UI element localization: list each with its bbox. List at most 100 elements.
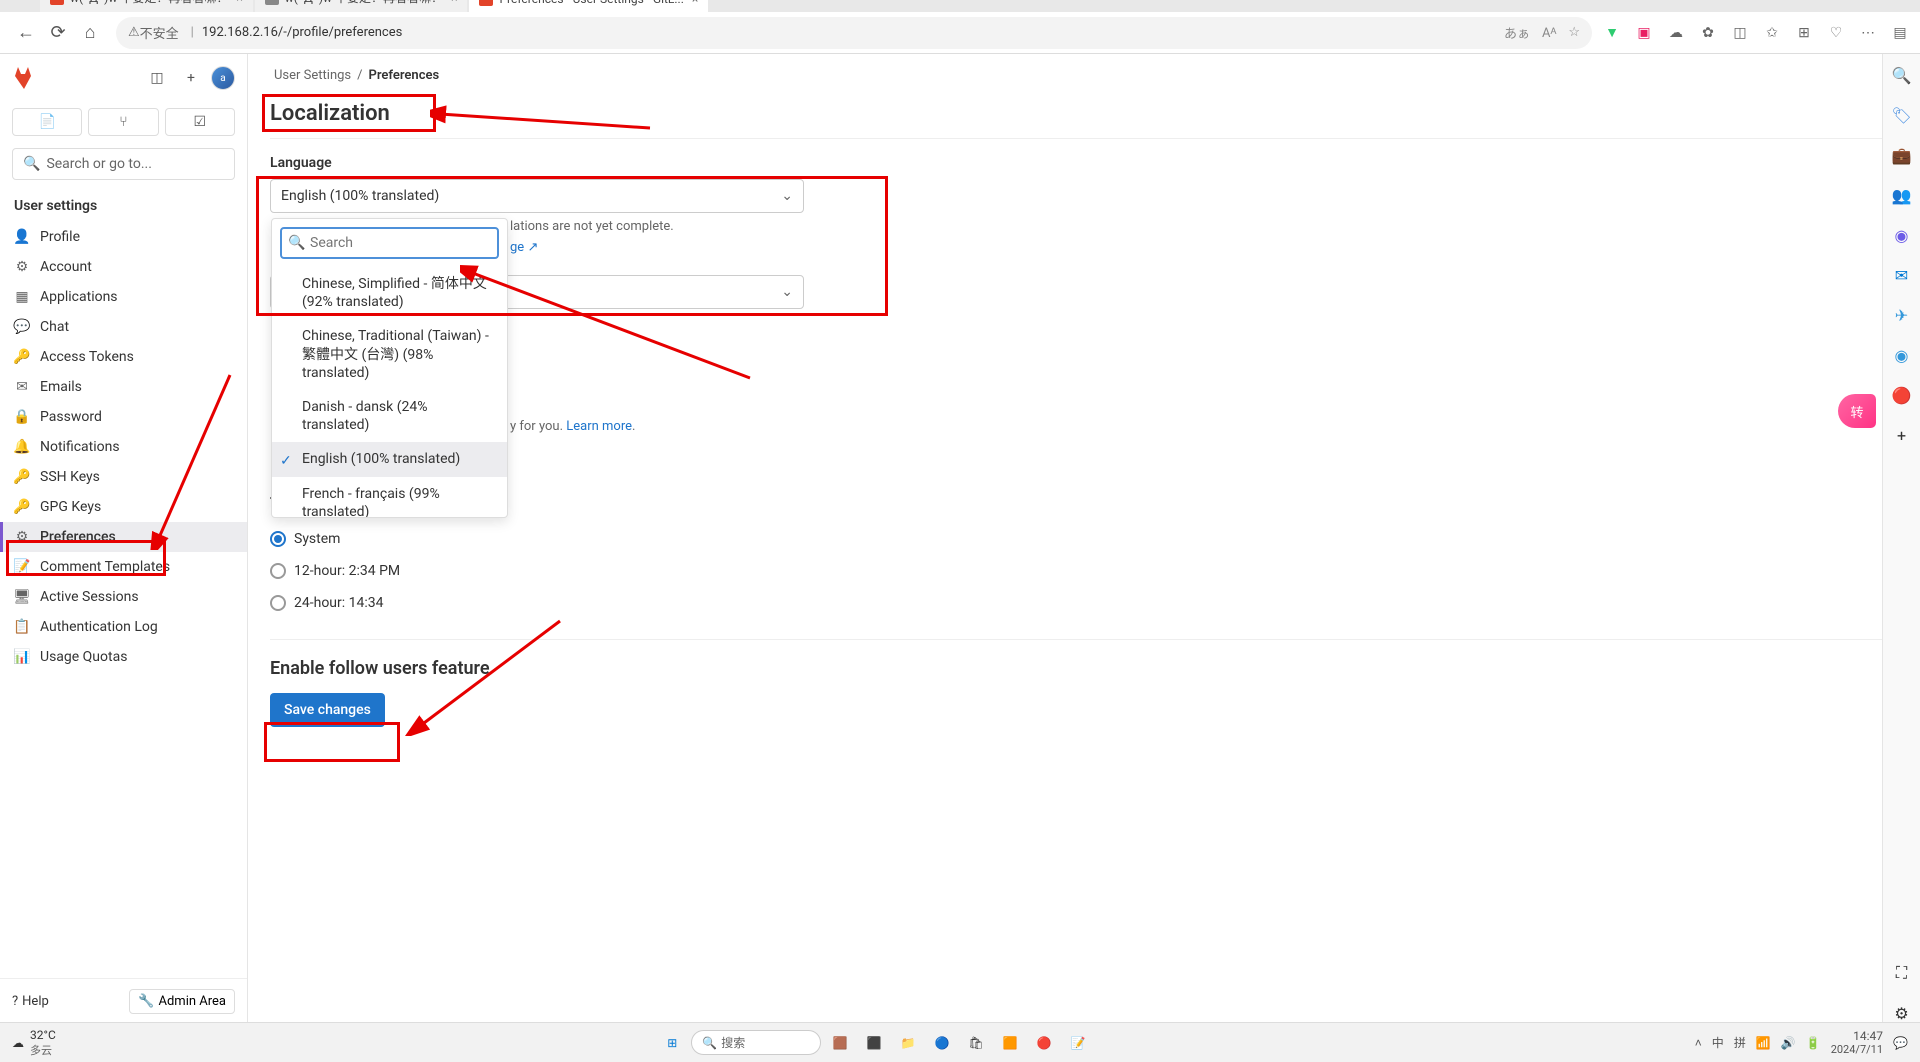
language-select[interactable]: English (100% translated) ⌄ 🔍 Chinese, S… (270, 179, 804, 213)
sidebar-item-emails[interactable]: ✉Emails (0, 372, 247, 402)
reader-icon[interactable]: あぁ (1504, 23, 1530, 42)
extension-icon[interactable]: ▣ (1634, 23, 1654, 43)
sidebar-collapse-icon[interactable]: ◫ (143, 64, 171, 92)
search-icon: 🔍 (702, 1036, 717, 1050)
menu-icon[interactable]: ⋯ (1858, 23, 1878, 43)
tray-chevron-icon[interactable]: ˄ (1695, 1036, 1702, 1050)
learn-more-link[interactable]: Learn more (566, 419, 632, 434)
translate-badge[interactable]: 转 (1838, 394, 1876, 428)
todo-button[interactable]: ☑ (165, 108, 235, 136)
sidebar-item-ssh-keys[interactable]: 🔑SSH Keys (0, 462, 247, 492)
sidebar-item-chat[interactable]: 💬Chat (0, 312, 247, 342)
new-file-button[interactable]: 📄 (12, 108, 82, 136)
language-option[interactable]: Chinese, Traditional (Taiwan) - 繁體中文 (台灣… (272, 319, 507, 390)
explorer-icon[interactable]: 📁 (895, 1030, 921, 1056)
wifi-icon[interactable]: 📶 (1756, 1036, 1771, 1050)
language-option-selected[interactable]: ✓English (100% translated) (272, 442, 507, 476)
add-icon[interactable]: + (177, 64, 205, 92)
ime-mode[interactable]: 拼 (1734, 1034, 1746, 1051)
outlook-icon[interactable]: ✉ (1891, 264, 1913, 286)
sidebar-item-usage-quotas[interactable]: 📊Usage Quotas (0, 642, 247, 672)
app-icon[interactable]: ⬛ (861, 1030, 887, 1056)
copilot-icon[interactable]: ◉ (1891, 224, 1913, 246)
shield-icon[interactable]: ▼ (1602, 23, 1622, 43)
notifications-icon[interactable]: 💬 (1893, 1036, 1908, 1050)
app-icon[interactable]: 🟫 (827, 1030, 853, 1056)
sidebar-item-gpg-keys[interactable]: 🔑GPG Keys (0, 492, 247, 522)
browser-tab[interactable]: w(ﾟДﾟ)w 不要走！再看看嘛！ × (40, 0, 253, 12)
notepad-icon[interactable]: 📝 (1065, 1030, 1091, 1056)
back-button[interactable]: ← (10, 17, 42, 49)
external-link[interactable]: ge ↗ (510, 240, 538, 255)
breadcrumb-separator: / (357, 68, 362, 83)
help-link[interactable]: ?Help (12, 989, 49, 1014)
heart-icon[interactable]: ♡ (1826, 23, 1846, 43)
add-icon[interactable]: + (1891, 424, 1913, 446)
edge-icon[interactable]: 🔵 (929, 1030, 955, 1056)
refresh-button[interactable]: ⟳ (42, 17, 74, 49)
sidebar-item-active-sessions[interactable]: 🖥Active Sessions (0, 582, 247, 612)
search-icon[interactable]: 🔍 (1891, 64, 1913, 86)
sidebar-item-preferences[interactable]: ⚙Preferences (0, 522, 247, 552)
people-icon[interactable]: 👥 (1891, 184, 1913, 206)
close-icon[interactable]: × (451, 0, 457, 5)
panel-icon[interactable]: ▤ (1890, 23, 1910, 43)
sidebar-item-access-tokens[interactable]: 🔑Access Tokens (0, 342, 247, 372)
flag-icon[interactable]: 🔴 (1891, 384, 1913, 406)
language-search-input[interactable] (280, 227, 499, 259)
app-icon[interactable]: 🔴 (1031, 1030, 1057, 1056)
radio-system[interactable]: System (270, 523, 1898, 555)
favorites-icon[interactable]: ✩ (1762, 23, 1782, 43)
tag-icon[interactable]: 🏷 (1891, 104, 1913, 126)
sidebar-item-account[interactable]: ⚙Account (0, 252, 247, 282)
chevron-down-icon: ⌄ (781, 188, 793, 204)
sidebar-item-auth-log[interactable]: 📋Authentication Log (0, 612, 247, 642)
radio-24h[interactable]: 24-hour: 14:34 (270, 587, 1898, 619)
admin-area-button[interactable]: 🔧Admin Area (129, 989, 235, 1014)
sidebar-toggle-icon[interactable]: ◫ (1730, 23, 1750, 43)
store-icon[interactable]: 🛍 (963, 1030, 989, 1056)
language-option[interactable]: Danish - dansk (24% translated) (272, 390, 507, 442)
sidebar-search[interactable]: 🔍 Search or go to... (12, 148, 235, 180)
send-icon[interactable]: ✈ (1891, 304, 1913, 326)
language-dropdown-list[interactable]: Chinese, Simplified - 简体中文 (92% translat… (272, 267, 507, 517)
sidebar-item-notifications[interactable]: 🔔Notifications (0, 432, 247, 462)
cloud-icon[interactable]: ☁ (1666, 23, 1686, 43)
avatar[interactable]: a (211, 66, 235, 90)
clock-date[interactable]: 2024/7/11 (1831, 1043, 1883, 1056)
puzzle-icon[interactable]: ✿ (1698, 23, 1718, 43)
browser-tab-active[interactable]: Preferences · User Settings · GitL... × (469, 0, 708, 12)
tab-favicon (479, 0, 493, 6)
app-icon[interactable]: 🟧 (997, 1030, 1023, 1056)
gitlab-logo[interactable] (12, 66, 36, 90)
sidebar-item-password[interactable]: 🔒Password (0, 402, 247, 432)
merge-request-button[interactable]: ⑂ (88, 108, 158, 136)
address-bar[interactable]: ⚠ 不安全 | 192.168.2.16/-/profile/preferenc… (116, 17, 1592, 49)
weather-widget[interactable]: ☁ 32°C 多云 (12, 1028, 56, 1058)
taskbar-search[interactable]: 🔍 搜索 (691, 1030, 821, 1055)
breadcrumb-parent[interactable]: User Settings (274, 68, 351, 83)
ime-indicator[interactable]: 中 (1712, 1034, 1724, 1051)
crop-icon[interactable]: ⛶ (1891, 962, 1913, 984)
start-button[interactable]: ⊞ (659, 1030, 685, 1056)
browser-tab[interactable]: w(ﾟДﾟ)w 不要走！再看看嘛！ × (255, 0, 468, 12)
briefcase-icon[interactable]: 💼 (1891, 144, 1913, 166)
sidebar-item-comment-templates[interactable]: 📝Comment Templates (0, 552, 247, 582)
close-icon[interactable]: × (236, 0, 242, 5)
clock-time[interactable]: 14:47 (1831, 1029, 1883, 1043)
collections-icon[interactable]: ⊞ (1794, 23, 1814, 43)
text-size-icon[interactable]: Aᴬ (1542, 25, 1556, 41)
language-option[interactable]: Chinese, Simplified - 简体中文 (92% translat… (272, 267, 507, 319)
close-icon[interactable]: × (692, 0, 698, 6)
radio-12h[interactable]: 12-hour: 2:34 PM (270, 555, 1898, 587)
settings-icon[interactable]: ⚙ (1891, 1002, 1913, 1024)
volume-icon[interactable]: 🔊 (1781, 1036, 1796, 1050)
sidebar-item-applications[interactable]: ▦Applications (0, 282, 247, 312)
battery-icon[interactable]: 🔋 (1806, 1036, 1821, 1050)
language-option[interactable]: French - français (99% translated) (272, 477, 507, 518)
swirl-icon[interactable]: ◉ (1891, 344, 1913, 366)
home-button[interactable]: ⌂ (74, 17, 106, 49)
sidebar-item-profile[interactable]: 👤Profile (0, 222, 247, 252)
favorite-icon[interactable]: ☆ (1568, 25, 1580, 40)
save-changes-button[interactable]: Save changes (270, 693, 385, 727)
